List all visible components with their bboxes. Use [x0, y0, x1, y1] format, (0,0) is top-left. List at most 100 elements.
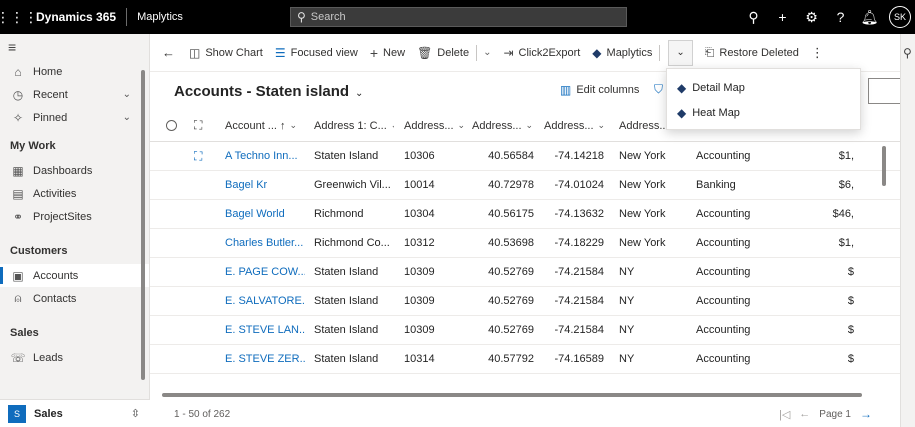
lightbulb-icon[interactable]: ⚲	[739, 0, 768, 34]
home-icon: ⌂	[14, 64, 22, 79]
switch-area-icon[interactable]: ⇳	[131, 407, 140, 420]
maplytics-label: Maplytics	[606, 46, 653, 59]
sidebar-item-pinned[interactable]: ✧ Pinned ⌄	[0, 106, 149, 129]
column-header-city[interactable]: Address 1: C... ⌄	[314, 110, 394, 141]
hierarchy-icon[interactable]	[194, 229, 212, 257]
hierarchy-icon[interactable]	[194, 345, 212, 373]
hierarchy-icon[interactable]	[194, 287, 212, 315]
revenue-cell: $	[847, 324, 854, 336]
sidebar-item-leads[interactable]: ☏ Leads	[0, 346, 149, 369]
account-name-link[interactable]: Bagel World	[225, 200, 305, 228]
chat-icon[interactable]: ⚲	[903, 46, 912, 60]
sidebar-item-recent[interactable]: ◷ Recent ⌄	[0, 83, 149, 106]
brand-name[interactable]: Dynamics 365	[34, 10, 126, 24]
global-search-input[interactable]: ⚲ Search	[290, 7, 627, 27]
grid-horizontal-scrollbar[interactable]	[162, 393, 862, 397]
filter-icon[interactable]: ⛉	[654, 82, 663, 97]
back-button[interactable]: ←	[154, 34, 183, 72]
account-name-link[interactable]: E. STEVE ZER...	[225, 345, 305, 373]
table-row[interactable]: E. STEVE LAN... Staten Island 10309 40.5276…	[150, 316, 900, 345]
account-name-link[interactable]: Bagel Kr	[225, 171, 305, 199]
revenue-cell: $	[847, 353, 854, 365]
sidebar-group-customers: Customers	[10, 245, 68, 257]
city-cell: Staten Island	[314, 266, 379, 278]
menu-item-detail-map[interactable]: ◆ Detail Map	[667, 75, 860, 100]
column-header-account-name[interactable]: Account ... ↑ ⌄	[225, 110, 305, 141]
industry-cell: Accounting	[696, 295, 751, 307]
revenue-cell: $1,	[838, 150, 854, 162]
hierarchy-icon[interactable]	[194, 316, 212, 344]
table-row[interactable]: E. PAGE COW... Staten Island 10309 40.52769…	[150, 258, 900, 287]
account-name-link[interactable]: A Techno Inn...	[225, 142, 305, 170]
hamburger-menu-icon[interactable]: ≡	[0, 34, 149, 60]
account-name-link[interactable]: E. PAGE COW...	[225, 258, 305, 286]
longitude-cell: -74.01024	[554, 179, 604, 191]
view-search-input[interactable]	[868, 78, 900, 104]
app-name[interactable]: Maplytics	[127, 11, 183, 23]
show-chart-button[interactable]: ◫ Show Chart	[183, 34, 269, 72]
first-page-icon[interactable]: |◁	[779, 408, 790, 421]
edit-columns-button[interactable]: ▥ Edit columns	[560, 83, 639, 97]
table-row[interactable]: ⛶ A Techno Inn... Staten Island 10306 40.565…	[150, 142, 900, 171]
zip-cell: 10309	[404, 266, 435, 278]
chevron-down-icon: ⌄	[289, 120, 298, 130]
menu-item-heat-map[interactable]: ◆ Heat Map	[667, 100, 860, 125]
sidebar-scrollbar[interactable]	[141, 70, 145, 380]
restore-deleted-button[interactable]: ⎗ Restore Deleted	[699, 34, 805, 72]
avatar[interactable]: SK	[889, 6, 911, 28]
sidebar-group-sales: Sales	[10, 327, 39, 339]
sort-ascending-icon: ↑	[280, 119, 286, 132]
account-name-link[interactable]: Charles Butler...	[225, 229, 305, 257]
click2export-button[interactable]: ⇥ Click2Export	[497, 34, 586, 72]
column-header-state[interactable]: Address...	[619, 110, 667, 141]
select-all-radio[interactable]	[166, 110, 184, 141]
sidebar-item-activities[interactable]: ▤ Activities	[0, 182, 149, 205]
chevron-down-icon[interactable]: ⌄	[123, 112, 131, 123]
column-header-latitude[interactable]: Address... ⌄	[472, 110, 534, 141]
sidebar-item-projectsites[interactable]: ⚭ ProjectSites	[0, 205, 149, 228]
command-bar: ← ◫ Show Chart ☰ Focused view + New 🗑︎ D…	[150, 34, 900, 72]
account-name-link[interactable]: E. STEVE LAN...	[225, 316, 305, 344]
column-header-zip[interactable]: Address... ⌄	[404, 110, 464, 141]
hierarchy-icon[interactable]: ⛶	[194, 142, 212, 170]
table-row[interactable]: Bagel World Richmond 10304 40.56175 -74.1363…	[150, 200, 900, 229]
more-commands-icon[interactable]: ⋮	[805, 34, 830, 72]
maplytics-dropdown-button[interactable]: ⌄	[668, 39, 693, 66]
new-button[interactable]: + New	[364, 34, 411, 72]
sidebar-item-contacts[interactable]: ⍝ Contacts	[0, 287, 149, 310]
hierarchy-icon[interactable]	[194, 258, 212, 286]
sidebar-item-dashboards[interactable]: ▦ Dashboards	[0, 159, 149, 182]
help-icon[interactable]: ?	[826, 0, 855, 34]
zip-cell: 10312	[404, 237, 435, 249]
maplytics-button[interactable]: ◆ Maplytics	[586, 34, 666, 72]
grid-vertical-scrollbar[interactable]	[882, 146, 886, 186]
chevron-down-icon[interactable]: ⌄	[123, 89, 131, 100]
chevron-down-icon[interactable]: ⌄	[483, 47, 491, 58]
next-page-icon[interactable]: →	[860, 407, 872, 421]
bell-icon[interactable]: 🔔︎	[855, 0, 884, 34]
gear-icon[interactable]: ⚙	[797, 0, 826, 34]
sidebar-item-accounts[interactable]: ▣ Accounts	[0, 264, 149, 287]
chart-icon: ◫	[189, 45, 201, 60]
table-row[interactable]: Charles Butler... Richmond Co... 10312 40.5…	[150, 229, 900, 258]
area-switcher[interactable]: S Sales ⇳	[0, 399, 150, 427]
delete-button[interactable]: 🗑︎ Delete ⌄	[411, 34, 497, 72]
table-row[interactable]: Bagel Kr Greenwich Vil... 10014 40.72978 -74…	[150, 171, 900, 200]
hierarchy-icon[interactable]	[194, 200, 212, 228]
sidebar-item-home[interactable]: ⌂ Home	[0, 60, 149, 83]
focused-view-button[interactable]: ☰ Focused view	[269, 34, 364, 72]
hierarchy-icon[interactable]	[194, 171, 212, 199]
column-header-longitude[interactable]: Address... ⌄	[544, 110, 604, 141]
table-row[interactable]: E. STEVE ZER... Staten Island 10314 40.5779…	[150, 345, 900, 374]
sidebar-item-label: Accounts	[33, 269, 79, 282]
sidebar-group-my-work: My Work	[10, 140, 56, 152]
table-row[interactable]: E. SALVATORE... Staten Island 10309 40.5276…	[150, 287, 900, 316]
longitude-cell: -74.16589	[554, 353, 604, 365]
previous-page-icon[interactable]: ←	[799, 408, 810, 420]
app-launcher-icon[interactable]: ⋮⋮⋮	[0, 0, 38, 34]
accounts-icon: ▣	[12, 268, 24, 283]
plus-icon[interactable]: +	[768, 0, 797, 34]
chevron-down-icon: ⌄	[597, 120, 604, 130]
account-name-link[interactable]: E. SALVATORE...	[225, 287, 305, 315]
view-selector[interactable]: Accounts - Staten island ⌄	[150, 83, 363, 100]
